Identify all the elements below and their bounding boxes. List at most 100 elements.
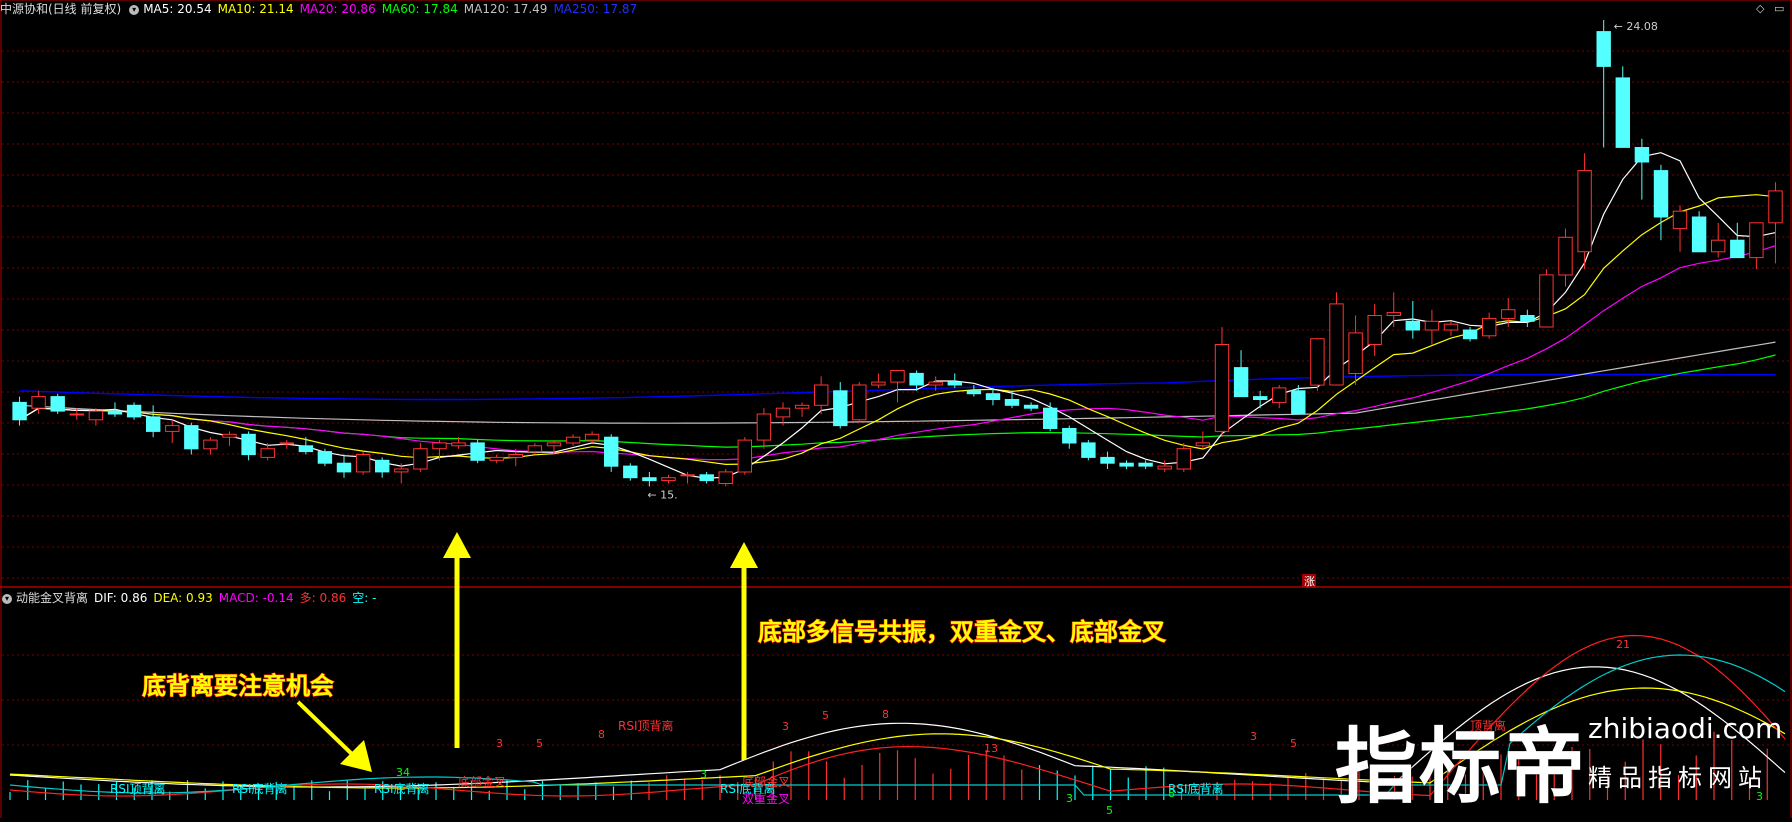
candle-body — [1157, 465, 1172, 470]
signal-count: 3 — [700, 768, 707, 781]
candle — [1214, 327, 1230, 438]
candle-body — [1462, 329, 1478, 340]
candle — [1634, 138, 1650, 200]
candle — [1062, 425, 1077, 449]
candle-body — [1386, 312, 1401, 317]
ma5-label: MA5: 20.54 — [143, 2, 212, 16]
settings-icon[interactable]: ▾ — [129, 4, 140, 15]
signal-count: 3 — [782, 720, 789, 733]
signal-count: 5 — [822, 709, 829, 722]
candle — [1768, 182, 1783, 264]
annotation-mid: 底部多信号共振，双重金叉、底部金叉 — [758, 618, 1167, 646]
candle-body — [375, 459, 390, 473]
signal-count: 3 — [1066, 792, 1073, 805]
candle — [1558, 228, 1573, 287]
candle-body — [1195, 442, 1211, 447]
candle-body — [1672, 210, 1688, 230]
candle-body — [336, 462, 352, 473]
candle — [146, 405, 161, 438]
candle — [1520, 309, 1535, 328]
signal-label: RSI底背离 — [232, 781, 288, 796]
candle-body — [1176, 448, 1191, 470]
candle — [699, 471, 714, 484]
high-price-label: ← 24.08 — [1614, 20, 1658, 33]
candle-body — [317, 451, 333, 464]
candle-body — [1768, 190, 1783, 224]
candle — [1443, 321, 1459, 336]
signal-count: 5 — [1290, 737, 1297, 750]
candle-body — [947, 381, 962, 386]
signal-count: 21 — [1616, 638, 1630, 651]
candle — [88, 408, 104, 426]
candle — [413, 442, 428, 472]
candle-body — [1539, 274, 1554, 328]
candle-body — [451, 442, 466, 447]
signal-count: 8 — [598, 728, 605, 741]
candle — [1176, 442, 1191, 472]
minimize-icon[interactable]: ▭ — [1774, 2, 1784, 15]
indicator-title: 动能金叉背离 — [16, 591, 89, 605]
candle — [1348, 315, 1363, 386]
candle-body — [1062, 428, 1077, 444]
candle — [1462, 327, 1478, 342]
signal-label: RSI顶背离 — [110, 781, 166, 796]
candle-body — [928, 381, 943, 386]
macd-label: MACD: -0.14 — [218, 591, 294, 605]
indicator-settings-icon[interactable]: ▾ — [2, 593, 12, 604]
candle-body — [661, 477, 676, 482]
candle-body — [852, 384, 867, 421]
candle — [756, 408, 772, 449]
candle-body — [184, 425, 199, 450]
candle-body — [1310, 338, 1325, 386]
arrow-left — [443, 532, 471, 748]
candle-body — [126, 404, 142, 418]
candle — [126, 402, 142, 420]
candle — [661, 474, 676, 484]
candle — [241, 431, 256, 461]
candle-body — [413, 448, 428, 470]
candle — [833, 382, 848, 429]
candle-body — [1348, 332, 1363, 374]
candle-body — [1233, 367, 1249, 398]
candle — [1004, 390, 1020, 409]
candle-body — [203, 439, 218, 450]
signal-count: 8 — [1168, 787, 1175, 800]
candle-body — [1004, 399, 1020, 406]
candle-body — [146, 416, 161, 432]
candle-body — [546, 442, 562, 447]
arrow-head — [443, 532, 471, 558]
candle-body — [1730, 239, 1745, 259]
candle — [489, 454, 504, 464]
low-price-label: ← 15. — [647, 488, 677, 501]
ma10-label: MA10: 21.14 — [217, 2, 294, 16]
candle — [1730, 222, 1745, 259]
watermark-brand: 指标帝 — [1335, 720, 1588, 815]
candle-body — [1520, 315, 1535, 322]
candle-body — [584, 433, 600, 441]
candle-body — [1711, 239, 1726, 253]
candle-body — [355, 454, 371, 473]
candle-body — [985, 393, 1001, 401]
candle — [470, 440, 485, 464]
candle-body — [1653, 170, 1669, 218]
candle — [1119, 460, 1134, 470]
candle — [1253, 390, 1268, 409]
candle — [794, 402, 810, 417]
candle — [1043, 402, 1058, 432]
candle — [203, 437, 218, 455]
chart-canvas: ← 24.08 ← 15. 涨 RSI顶背离 RSI底背离 RSI底背离 底部金叉 RSI顶… — [0, 0, 1792, 818]
candle-body — [1214, 344, 1230, 432]
ma20-label: MA20: 20.86 — [299, 2, 376, 16]
candle-body — [1043, 407, 1058, 430]
candle-body — [1749, 222, 1764, 259]
diamond-icon[interactable]: ◇ — [1756, 2, 1764, 15]
signal-label: RSI顶背离 — [618, 718, 674, 733]
candle — [852, 382, 867, 423]
candle — [1386, 292, 1401, 328]
long-label: 多: 0.86 — [299, 591, 347, 605]
candlesticks: ← 24.08 ← 15. 涨 — [12, 20, 1783, 588]
candle-body — [775, 407, 791, 418]
candle-body — [565, 436, 581, 444]
candle — [1272, 385, 1287, 409]
candle-body — [508, 454, 524, 458]
